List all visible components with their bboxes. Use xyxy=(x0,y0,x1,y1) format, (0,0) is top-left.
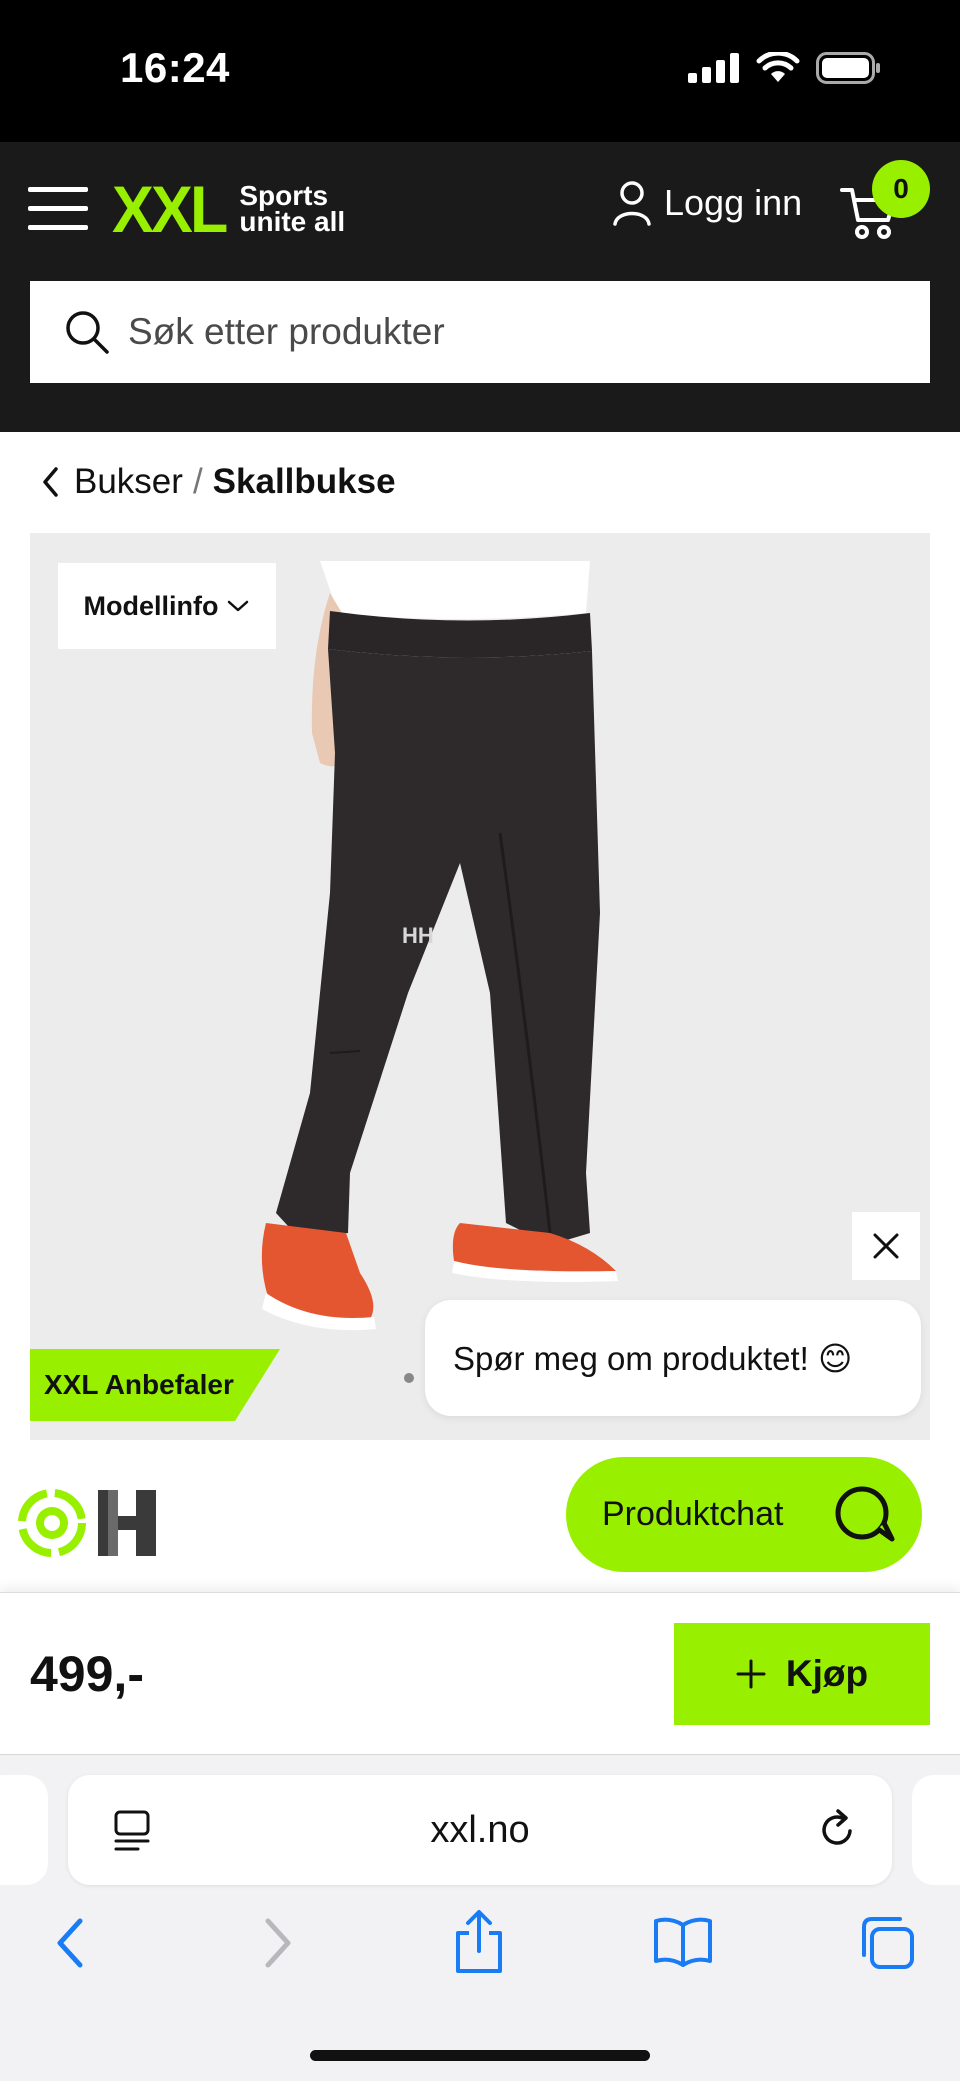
close-icon xyxy=(873,1233,899,1259)
plus-icon xyxy=(736,1659,766,1689)
cellular-signal-icon xyxy=(688,53,739,83)
wifi-icon xyxy=(756,52,800,82)
sustainability-icon[interactable] xyxy=(16,1487,88,1559)
product-chat-button[interactable]: Produktchat xyxy=(566,1457,922,1572)
brand-logos xyxy=(16,1486,160,1560)
bookmarks-icon[interactable] xyxy=(652,1915,714,1967)
cart-count-badge[interactable]: 0 xyxy=(872,160,930,218)
buy-label: Kjøp xyxy=(785,1653,869,1694)
chat-prompt-text: Spør meg om produktet! 😊 xyxy=(453,1339,853,1377)
reload-icon[interactable] xyxy=(818,1807,858,1851)
xxl-logo[interactable]: XXL Sports unite all xyxy=(112,176,345,242)
chevron-down-icon xyxy=(228,600,249,612)
product-chat-label: Produktchat xyxy=(602,1495,784,1533)
status-icons xyxy=(688,52,882,84)
logo-tagline-line2: unite all xyxy=(239,206,346,237)
search-input[interactable]: Søk etter produkter xyxy=(30,281,930,383)
previous-tab-preview[interactable] xyxy=(0,1775,48,1885)
battery-icon xyxy=(816,52,880,84)
product-price: 499,- xyxy=(30,1646,144,1702)
menu-icon[interactable] xyxy=(28,187,90,231)
back-arrow-icon[interactable] xyxy=(50,1915,90,1971)
logo-tagline: Sports unite all xyxy=(239,182,346,237)
search-icon xyxy=(66,311,109,354)
login-label: Logg inn xyxy=(664,182,803,223)
modellinfo-dropdown[interactable]: Modellinfo xyxy=(58,563,276,649)
purchase-bar: 499,- Kjøp xyxy=(0,1592,960,1754)
chevron-left-icon[interactable] xyxy=(40,465,62,499)
chat-bubble-icon xyxy=(835,1486,895,1542)
logo-wordmark: XXL xyxy=(112,172,228,246)
address-bar[interactable]: xxl.no xyxy=(68,1775,892,1885)
user-icon xyxy=(613,181,651,226)
modellinfo-label: Modellinfo xyxy=(83,590,219,621)
helly-hansen-logo-icon[interactable] xyxy=(94,1486,160,1560)
breadcrumb-parent-link[interactable]: Bukser xyxy=(74,462,183,502)
home-indicator xyxy=(310,2050,650,2061)
browser-toolbar: xxl.no xyxy=(0,1754,960,2081)
share-icon[interactable] xyxy=(452,1909,506,1975)
breadcrumb-current: Skallbukse xyxy=(212,462,396,501)
site-header: XXL Sports unite all Logg inn 0 Søk ette… xyxy=(0,142,960,432)
status-bar: 16:24 xyxy=(0,0,960,142)
chat-close-button[interactable] xyxy=(852,1212,920,1280)
forward-arrow-icon[interactable] xyxy=(258,1915,298,1971)
next-tab-preview[interactable] xyxy=(912,1775,960,1885)
buy-button[interactable]: Kjøp xyxy=(674,1623,930,1725)
tabs-icon[interactable] xyxy=(858,1915,916,1971)
carousel-dot[interactable] xyxy=(404,1373,414,1383)
status-time: 16:24 xyxy=(120,44,230,91)
browser-nav-bar xyxy=(0,1910,960,1995)
search-placeholder: Søk etter produkter xyxy=(128,311,445,352)
chat-prompt-bubble[interactable]: Spør meg om produktet! 😊 xyxy=(425,1300,921,1416)
breadcrumb-separator: / xyxy=(192,462,203,501)
url-text: xxl.no xyxy=(430,1809,530,1851)
login-button[interactable]: Logg inn xyxy=(612,180,802,226)
svg-text:HH: HH xyxy=(402,923,434,948)
breadcrumb: Bukser / Skallbukse xyxy=(40,462,396,502)
